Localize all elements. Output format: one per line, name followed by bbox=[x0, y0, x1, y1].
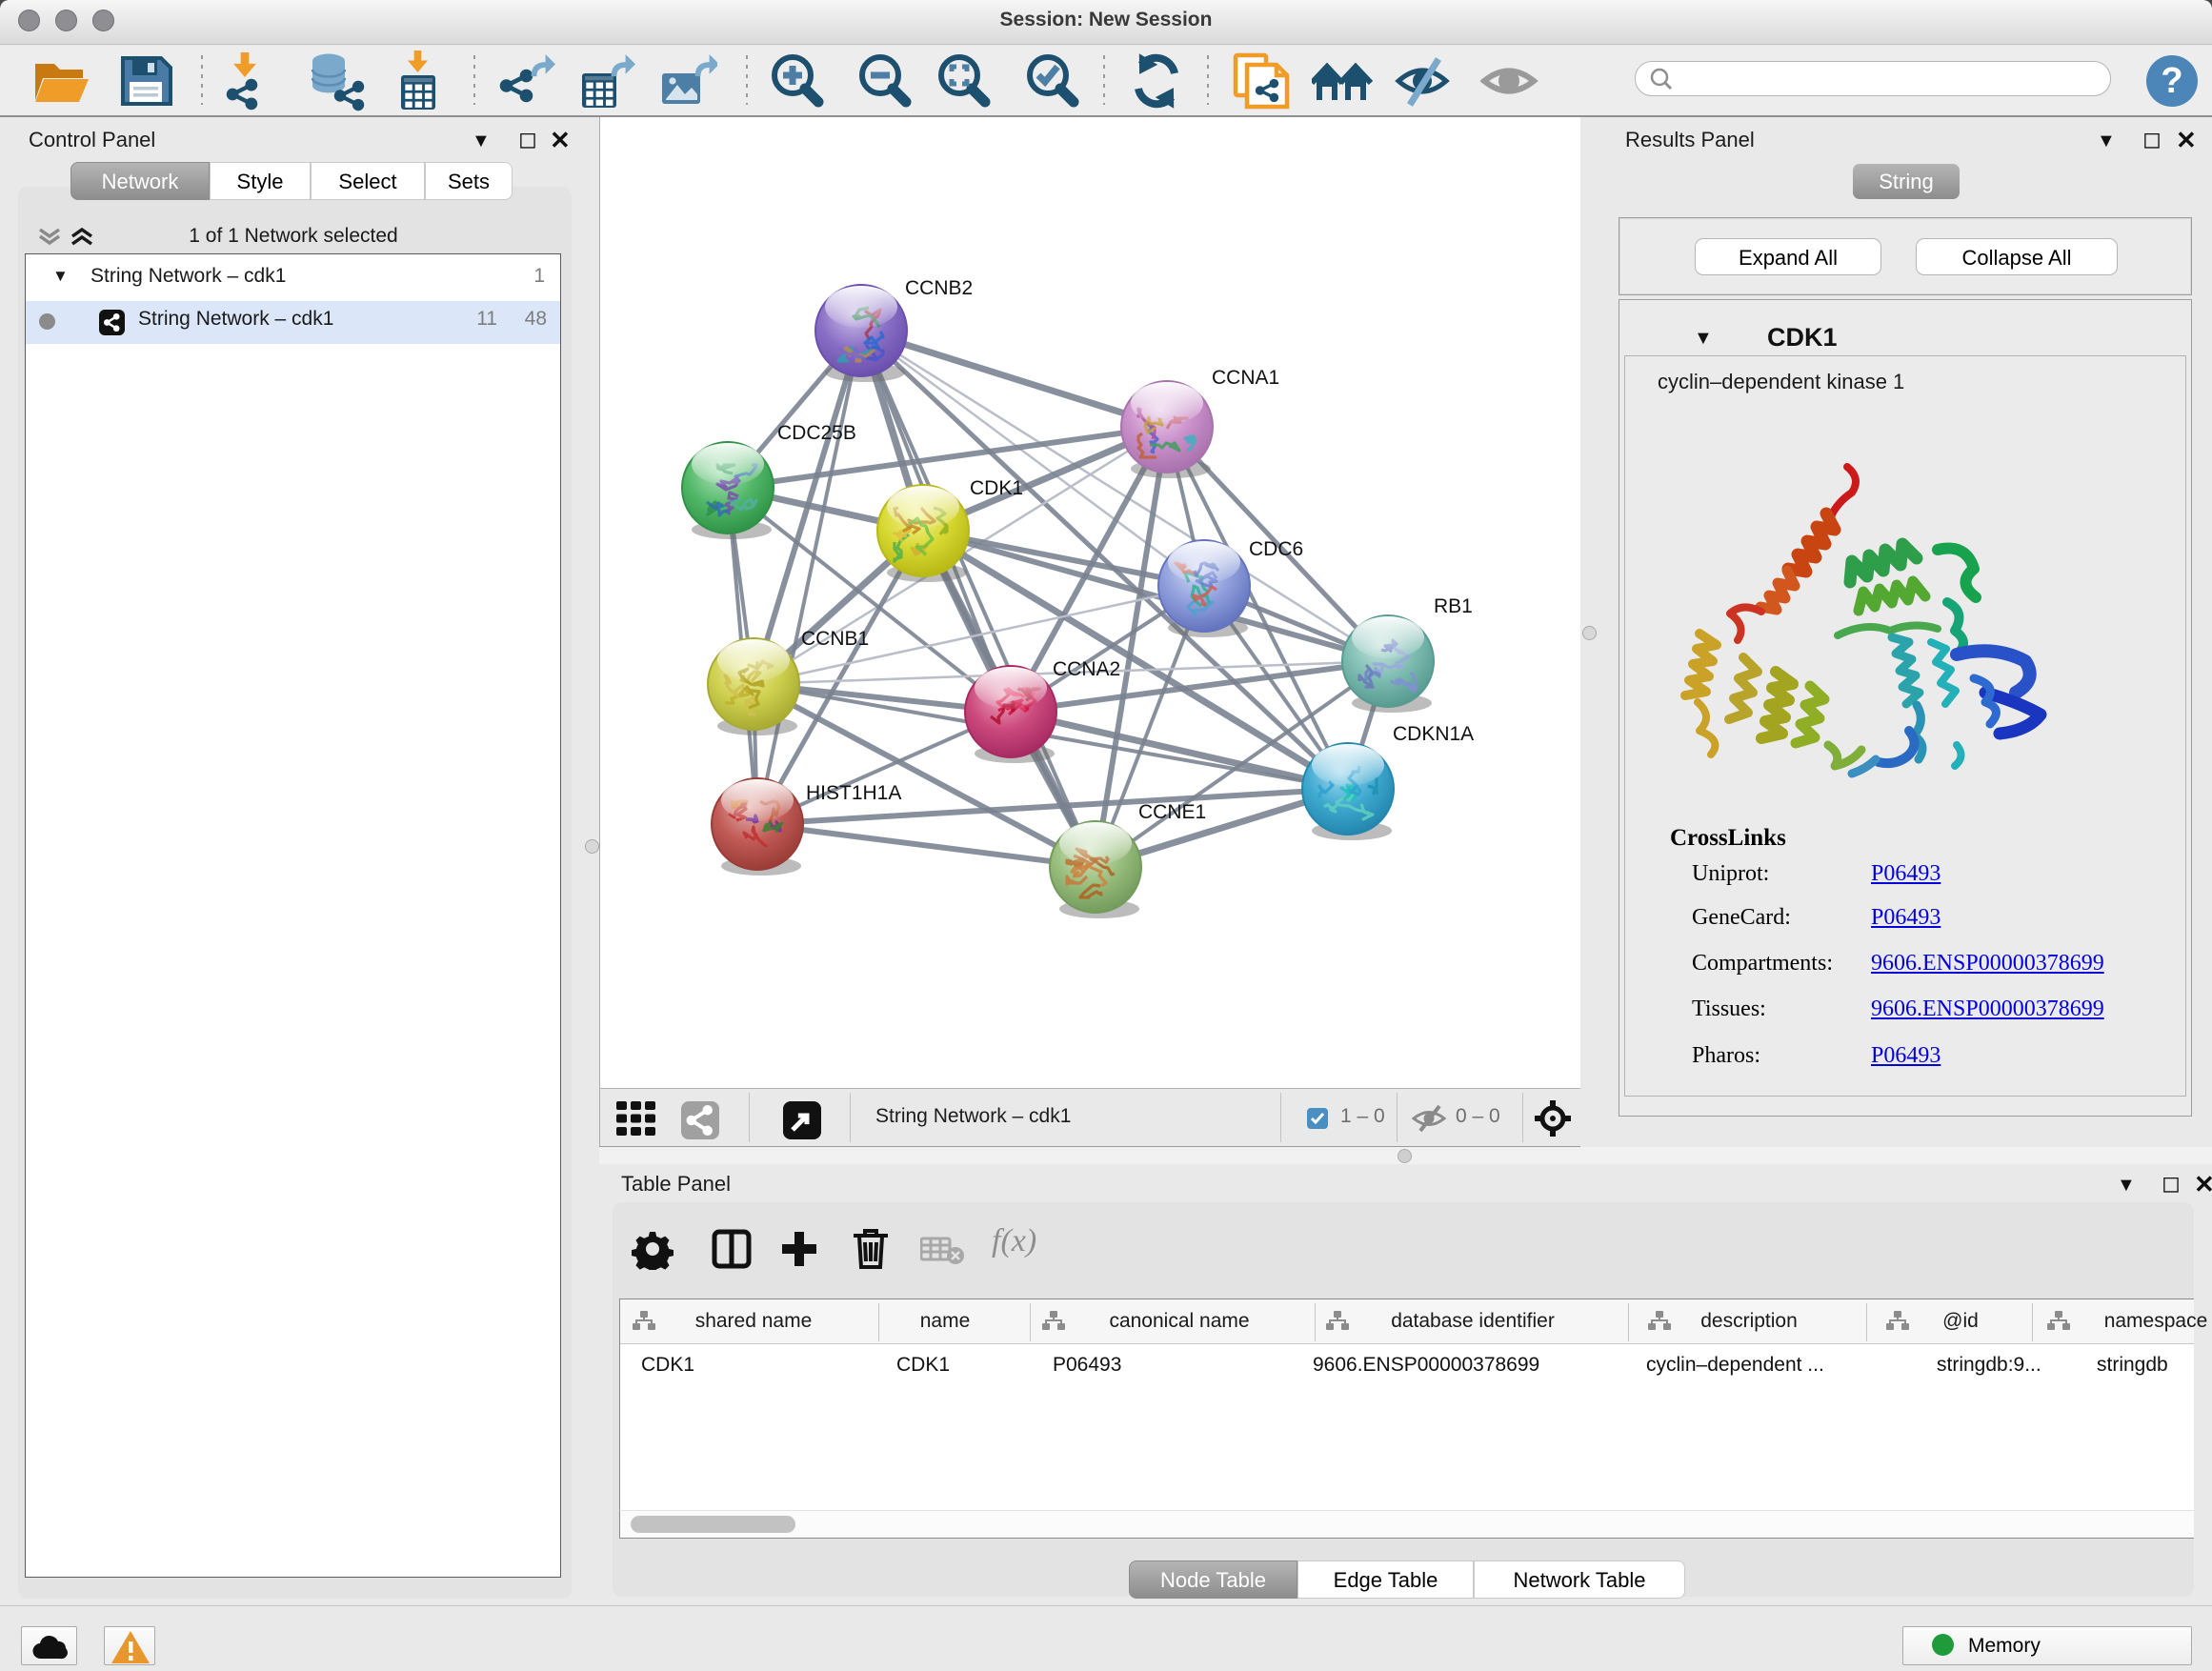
svg-text:CCNE1: CCNE1 bbox=[1138, 801, 1206, 823]
svg-text:CCNB1: CCNB1 bbox=[801, 628, 869, 650]
svg-text:CDC25B: CDC25B bbox=[777, 422, 856, 444]
svg-text:CDK1: CDK1 bbox=[970, 477, 1023, 499]
svg-text:CCNB2: CCNB2 bbox=[905, 277, 973, 299]
svg-text:CCNA2: CCNA2 bbox=[1053, 658, 1120, 680]
svg-text:?: ? bbox=[2161, 61, 2182, 101]
svg-text:CDC6: CDC6 bbox=[1249, 538, 1303, 560]
svg-text:HIST1H1A: HIST1H1A bbox=[806, 782, 901, 804]
svg-text:CCNA1: CCNA1 bbox=[1212, 367, 1279, 389]
svg-text:RB1: RB1 bbox=[1434, 595, 1473, 617]
svg-text:CDKN1A: CDKN1A bbox=[1393, 723, 1474, 745]
